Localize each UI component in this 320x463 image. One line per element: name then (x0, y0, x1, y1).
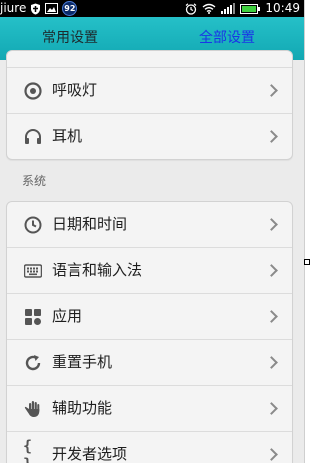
setting-label: 辅助功能 (52, 399, 113, 417)
status-bar: jiure 92 10:49 (0, 0, 304, 17)
list-item-partial (7, 51, 292, 68)
setting-accessibility[interactable]: 辅助功能 (7, 386, 292, 432)
setting-breathing-light[interactable]: 呼吸灯 (7, 68, 292, 114)
setting-headphones[interactable]: 耳机 (7, 114, 292, 159)
battery-icon (240, 3, 261, 14)
status-right: 10:49 (185, 0, 300, 17)
section-header-system: 系统 (22, 174, 47, 188)
hand-icon (23, 399, 43, 419)
carrier-label: jiure (0, 1, 27, 15)
status-left: jiure 92 (0, 0, 78, 17)
setting-label: 日期和时间 (52, 215, 128, 233)
setting-label: 开发者选项 (52, 445, 128, 463)
setting-label: 应用 (52, 307, 83, 325)
reset-icon (23, 353, 43, 373)
setting-developer-options[interactable]: { } 开发者选项 (7, 432, 292, 463)
notification-badge-icon: 92 (62, 1, 78, 16)
shield-icon (30, 3, 41, 15)
headphones-icon (23, 127, 43, 147)
screen-edge (304, 0, 305, 463)
signal-icon (221, 3, 236, 14)
apps-icon (23, 307, 43, 327)
status-time: 10:49 (265, 1, 300, 15)
alarm-icon (185, 2, 197, 15)
chevron-right-icon (265, 310, 278, 323)
settings-group-device: 呼吸灯 耳机 (6, 50, 293, 160)
setting-label: 语言和输入法 (52, 261, 143, 279)
chevron-right-icon (265, 402, 278, 415)
chevron-right-icon (265, 448, 278, 461)
chevron-right-icon (265, 264, 278, 277)
setting-label: 耳机 (52, 127, 83, 145)
keyboard-icon (23, 261, 43, 281)
setting-date-time[interactable]: 日期和时间 (7, 202, 292, 248)
resize-handle[interactable] (304, 259, 310, 265)
clock-icon (23, 215, 43, 235)
chevron-right-icon (265, 130, 278, 143)
setting-label: 重置手机 (52, 353, 113, 371)
chevron-right-icon (265, 218, 278, 231)
braces-icon: { } (23, 437, 33, 463)
settings-screen: jiure 92 10:49 常用设置 全部设置 呼吸灯 耳机 系统 日期和时间… (0, 0, 304, 463)
setting-label: 呼吸灯 (52, 81, 98, 99)
chevron-right-icon (265, 84, 278, 97)
image-icon (45, 3, 59, 14)
chevron-right-icon (265, 356, 278, 369)
settings-group-system: 日期和时间 语言和输入法 应用 重置手机 辅助功能 {开发者选项 (6, 201, 293, 463)
wifi-icon (202, 3, 216, 14)
breathing-light-icon (23, 81, 43, 101)
setting-apps[interactable]: 应用 (7, 294, 292, 340)
setting-reset-phone[interactable]: 重置手机 (7, 340, 292, 386)
setting-language-input[interactable]: 语言和输入法 (7, 248, 292, 294)
